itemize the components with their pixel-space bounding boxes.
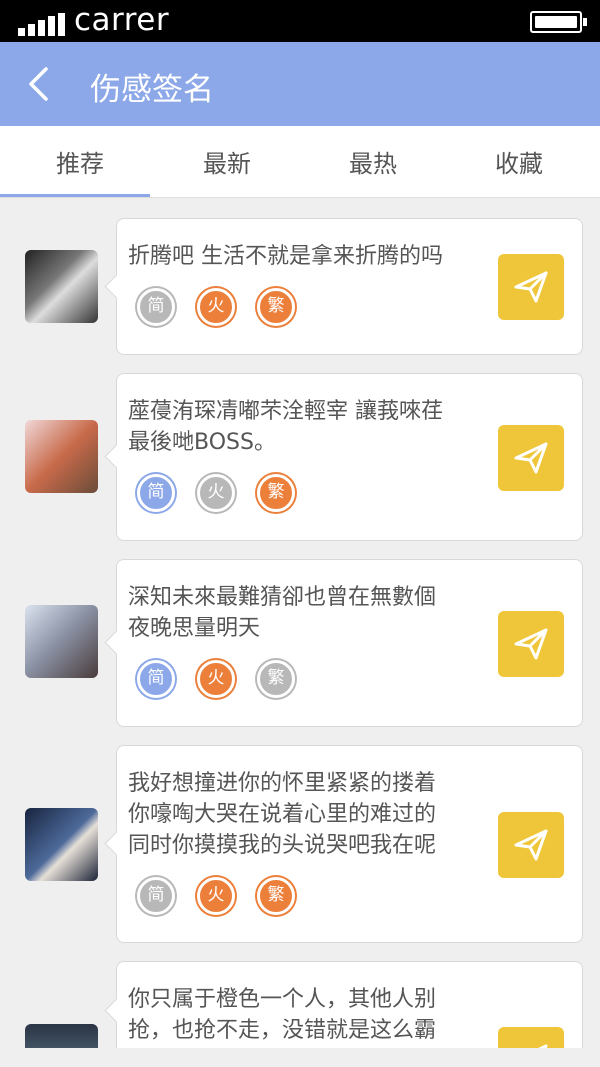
tab-active-indicator [0,194,150,197]
chevron-left-icon [29,67,48,101]
signature-text: 蓙葠洧琛凊嘟芣洤輕宰 讓莪唻荏 最後哋BOSS。 [128,396,500,458]
avatar[interactable] [25,1024,98,1048]
signature-line: 我好想撞进你的怀里紧紧的搂着 [128,771,437,796]
traditional-badge[interactable]: 繁 [257,288,295,326]
signature-card[interactable]: 你只属于橙色一个人，其他人别 抢，也抢不走，没错就是这么霸 [116,961,583,1048]
signature-card[interactable]: 我好想撞进你的怀里紧紧的搂着 你嚎啕大哭在说着心里的难过的 同时你摸摸我的头说哭吧我… [116,745,583,943]
send-button[interactable] [498,611,564,677]
style-badges: 简火繁 [137,877,317,915]
battery-icon [530,11,587,33]
signature-text: 我好想撞进你的怀里紧紧的搂着 你嚎啕大哭在说着心里的难过的 同时你摸摸我的头说哭吧我… [128,768,500,861]
traditional-badge[interactable]: 繁 [257,660,295,698]
paper-plane-icon [514,628,548,660]
send-button[interactable] [498,812,564,878]
signature-list[interactable]: 折腾吧 生活不就是拿来折腾的吗简火繁蓙葠洧琛凊嘟芣洤輕宰 讓莪唻荏 最後哋BOSS… [0,198,600,1048]
signature-card[interactable]: 折腾吧 生活不就是拿来折腾的吗简火繁 [116,218,583,355]
traditional-badge[interactable]: 繁 [257,474,295,512]
fire-badge[interactable]: 火 [197,288,235,326]
status-bar: carrer [0,0,600,42]
signature-line: 深知未來最難猜卻也曾在無數個 [128,585,437,610]
style-badges: 简火繁 [137,288,317,326]
send-button[interactable] [498,254,564,320]
avatar[interactable] [25,605,98,678]
signature-line: 你只属于橙色一个人，其他人别 [128,987,437,1012]
paper-plane-icon [514,271,548,303]
style-badges: 简火繁 [137,474,317,512]
simplified-badge[interactable]: 简 [137,877,175,915]
nav-bar: 伤感签名 [0,42,600,126]
send-button[interactable] [498,425,564,491]
signal-icon [18,13,66,36]
fire-badge[interactable]: 火 [197,877,235,915]
signature-line: 你嚎啕大哭在说着心里的难过的 [128,802,437,827]
carrier-name: carrer [74,2,170,38]
paper-plane-icon [538,1044,548,1048]
paper-plane-icon [514,829,548,861]
avatar[interactable] [25,250,98,323]
tab-bar: 推荐 最新 最热 收藏 [0,126,600,198]
signature-line: 折腾吧 生活不就是拿来折腾的吗 [128,244,443,269]
signature-card[interactable]: 蓙葠洧琛凊嘟芣洤輕宰 讓莪唻荏 最後哋BOSS。简火繁 [116,373,583,541]
fire-badge[interactable]: 火 [197,660,235,698]
simplified-badge[interactable]: 简 [137,288,175,326]
page-title: 伤感签名 [90,72,214,108]
tab-hottest[interactable]: 最热 [298,144,448,179]
tab-latest[interactable]: 最新 [152,144,302,179]
fire-badge[interactable]: 火 [197,474,235,512]
send-button[interactable] [498,1027,564,1048]
signature-line: 同时你摸摸我的头说哭吧我在呢 [128,833,437,858]
style-badges: 简火繁 [137,660,317,698]
signature-line: 抢，也抢不走，没错就是这么霸 [128,1018,437,1043]
back-button[interactable] [26,66,54,102]
avatar[interactable] [25,420,98,493]
tab-recommend[interactable]: 推荐 [5,144,155,179]
signature-line: 蓙葠洧琛凊嘟芣洤輕宰 讓莪唻荏 [128,399,443,424]
simplified-badge[interactable]: 简 [137,660,175,698]
signature-card[interactable]: 深知未來最難猜卻也曾在無數個 夜晚思量明天简火繁 [116,559,583,727]
signature-line: 夜晚思量明天 [128,616,261,641]
signature-text: 折腾吧 生活不就是拿来折腾的吗 [128,241,500,272]
signature-text: 深知未來最難猜卻也曾在無數個 夜晚思量明天 [128,582,500,644]
signature-line: 最後哋BOSS。 [128,430,276,455]
paper-plane-icon [514,442,548,474]
simplified-badge[interactable]: 简 [137,474,175,512]
avatar[interactable] [25,808,98,881]
traditional-badge[interactable]: 繁 [257,877,295,915]
tab-favorites[interactable]: 收藏 [444,144,594,179]
signature-text: 你只属于橙色一个人，其他人别 抢，也抢不走，没错就是这么霸 [128,984,500,1046]
